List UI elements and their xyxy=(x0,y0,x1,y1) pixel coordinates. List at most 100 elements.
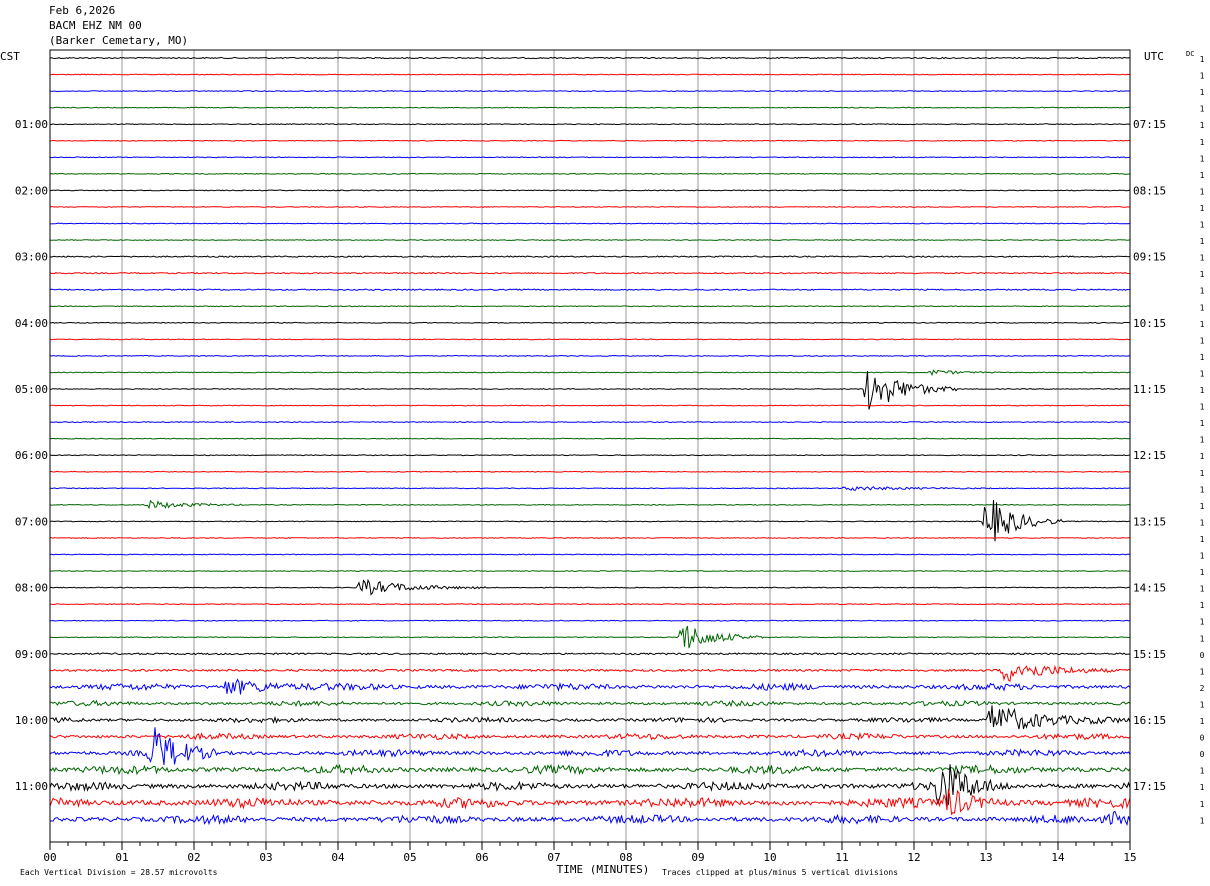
trace-row xyxy=(49,500,1130,542)
dc-value: 1 xyxy=(1200,800,1205,809)
trace-row xyxy=(49,678,1131,695)
left-hour-label: 04:00 xyxy=(15,317,48,330)
trace-row xyxy=(49,255,1131,258)
x-tick-label: 01 xyxy=(115,851,128,864)
dc-value: 1 xyxy=(1200,518,1205,527)
x-tick-label: 12 xyxy=(907,851,920,864)
dc-value: 1 xyxy=(1200,436,1205,445)
x-tick-label: 02 xyxy=(187,851,200,864)
cst-label: CST xyxy=(0,50,20,63)
trace-row xyxy=(49,454,1131,457)
dc-value: 1 xyxy=(1200,386,1205,395)
dc-value: 1 xyxy=(1200,237,1205,246)
trace-row xyxy=(49,421,1131,424)
trace-row xyxy=(49,570,1131,572)
trace-row xyxy=(49,731,1131,741)
trace-row xyxy=(50,90,1131,93)
dc-value: 1 xyxy=(1200,717,1205,726)
dc-value: 1 xyxy=(1200,287,1205,296)
dc-value: 1 xyxy=(1200,667,1205,676)
trace-row xyxy=(49,106,1131,109)
dc-value: 1 xyxy=(1200,618,1205,627)
trace-row xyxy=(49,271,1131,275)
trace-row xyxy=(49,499,1131,510)
trace-row xyxy=(49,123,1131,126)
plot-frame xyxy=(49,49,1131,843)
dc-value: 1 xyxy=(1200,502,1205,511)
trace-row xyxy=(49,810,1131,827)
trace-row xyxy=(49,305,1131,308)
left-hour-label: 09:00 xyxy=(15,648,48,661)
dc-value: 1 xyxy=(1200,187,1205,196)
trace-row xyxy=(49,338,1131,341)
dc-value: 1 xyxy=(1200,585,1205,594)
dc-value: 1 xyxy=(1200,452,1205,461)
trace-row xyxy=(49,354,1131,357)
trace-row xyxy=(49,553,1131,556)
left-hour-label: 10:00 xyxy=(15,714,48,727)
dc-value: 1 xyxy=(1200,320,1205,329)
dc-value: 1 xyxy=(1200,816,1205,825)
dc-value: 0 xyxy=(1200,750,1205,759)
trace-row xyxy=(49,404,1131,407)
dc-value: 1 xyxy=(1200,154,1205,163)
left-hour-label: 08:00 xyxy=(15,582,48,595)
trace-row xyxy=(49,288,1131,291)
trace-row xyxy=(50,603,1131,606)
dc-value: 1 xyxy=(1200,138,1205,147)
left-hour-label: 05:00 xyxy=(15,383,48,396)
dc-value: 1 xyxy=(1200,105,1205,114)
trace-row xyxy=(49,437,1131,440)
x-tick-label: 11 xyxy=(835,851,848,864)
dc-value: 1 xyxy=(1200,783,1205,792)
left-hour-label: 11:00 xyxy=(15,780,48,793)
x-tick-label: 09 xyxy=(691,851,704,864)
x-tick-label: 00 xyxy=(43,851,56,864)
trace-row xyxy=(49,172,1130,175)
trace-row xyxy=(49,321,1131,324)
trace-row xyxy=(49,56,1131,60)
left-hour-label: 07:00 xyxy=(15,515,48,528)
dc-value: 1 xyxy=(1200,700,1205,709)
dc-value: 1 xyxy=(1200,72,1205,81)
x-tick-label: 03 xyxy=(259,851,272,864)
left-hour-label: 01:00 xyxy=(15,118,48,131)
dc-value: 1 xyxy=(1200,88,1205,97)
trace-row xyxy=(49,727,1131,766)
dc-value: 1 xyxy=(1200,419,1205,428)
left-hour-label: 02:00 xyxy=(15,184,48,197)
minute-gridlines xyxy=(49,50,1131,850)
x-axis-title: TIME (MINUTES) xyxy=(557,863,650,876)
trace-row xyxy=(49,370,1131,410)
dc-value: 2 xyxy=(1200,684,1205,693)
x-tick-label: 04 xyxy=(331,851,345,864)
trace-row xyxy=(49,664,1131,683)
trace-row xyxy=(49,578,1130,596)
trace-row xyxy=(49,156,1131,159)
trace-row xyxy=(49,73,1131,76)
dc-value: 1 xyxy=(1200,303,1205,312)
dc-value: 1 xyxy=(1200,204,1205,213)
trace-row xyxy=(49,699,1131,708)
right-hour-label: 09:15 xyxy=(1133,251,1166,264)
dc-value: 1 xyxy=(1200,270,1205,279)
dc-value: 1 xyxy=(1200,221,1205,230)
right-hour-label: 15:15 xyxy=(1133,648,1166,661)
right-hour-label: 11:15 xyxy=(1133,383,1166,396)
x-tick-label: 14 xyxy=(1051,851,1065,864)
dc-value: 1 xyxy=(1200,469,1205,478)
dc-value: 0 xyxy=(1200,651,1205,660)
trace-row xyxy=(49,470,1131,473)
x-tick-label: 06 xyxy=(475,851,488,864)
trace-row xyxy=(49,537,1131,539)
right-hour-label: 16:15 xyxy=(1133,714,1166,727)
x-tick-label: 10 xyxy=(763,851,776,864)
dc-value: 1 xyxy=(1200,601,1205,610)
dc-value: 1 xyxy=(1200,552,1205,561)
seismogram-traces xyxy=(49,56,1131,827)
x-tick-label: 15 xyxy=(1123,851,1136,864)
dc-value: 1 xyxy=(1200,568,1205,577)
trace-row xyxy=(50,619,1131,622)
dc-value: 1 xyxy=(1200,767,1205,776)
dc-value: 1 xyxy=(1200,403,1205,412)
